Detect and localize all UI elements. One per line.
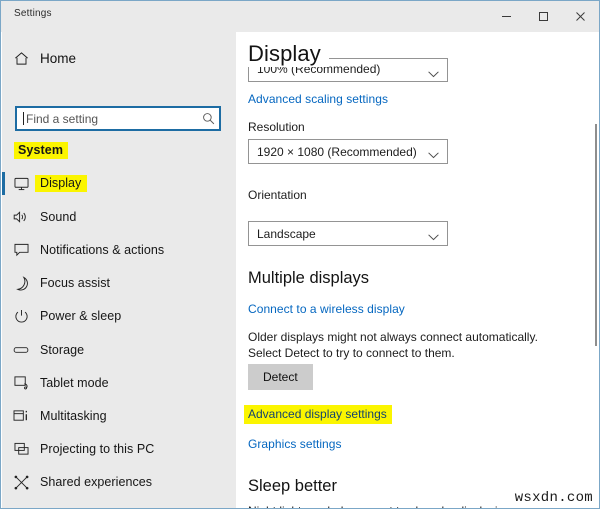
search-icon[interactable]	[197, 112, 219, 125]
close-button[interactable]	[562, 1, 599, 32]
multitasking-icon	[2, 409, 40, 423]
tablet-icon	[2, 375, 40, 390]
caption-button-group	[488, 1, 599, 32]
speaker-icon	[2, 210, 40, 224]
resolution-dropdown[interactable]: 1920 × 1080 (Recommended)	[248, 139, 448, 164]
orientation-label: Orientation	[248, 188, 307, 202]
sleep-better-heading: Sleep better	[248, 477, 337, 495]
sidebar-item-focus-assist[interactable]: Focus assist	[2, 267, 236, 300]
sidebar-item-display[interactable]: Display	[2, 167, 236, 200]
maximize-icon	[539, 12, 548, 21]
vertical-scrollbar[interactable]	[593, 32, 599, 508]
sidebar-item-tablet-mode[interactable]: Tablet mode	[2, 366, 236, 399]
chevron-down-icon	[428, 146, 439, 164]
watermark: wsxdn.com	[514, 490, 593, 506]
chevron-down-icon	[428, 65, 439, 81]
multiple-displays-heading: Multiple displays	[248, 269, 370, 287]
sidebar-item-shared-experiences[interactable]: Shared experiences	[2, 466, 236, 499]
chevron-down-icon	[428, 228, 439, 246]
close-icon	[576, 12, 585, 21]
scrollbar-thumb[interactable]	[595, 124, 597, 346]
detect-description: Older displays might not always connect …	[248, 330, 538, 360]
search-input[interactable]: Find a setting	[15, 106, 221, 131]
power-icon	[2, 309, 40, 324]
advanced-display-settings-link[interactable]: Advanced display settings	[244, 405, 392, 424]
sidebar-item-label-tablet-mode: Tablet mode	[40, 375, 109, 390]
sidebar-item-label-multitasking: Multitasking	[40, 408, 107, 423]
sidebar-item-label-sound: Sound	[40, 209, 77, 224]
sidebar-item-label-shared-experiences: Shared experiences	[40, 475, 153, 490]
storage-icon	[2, 345, 40, 355]
sidebar-item-projecting[interactable]: Projecting to this PC	[2, 433, 236, 466]
notification-icon	[2, 243, 40, 257]
sidebar-item-power-sleep[interactable]: Power & sleep	[2, 300, 236, 333]
sidebar-item-label-storage: Storage	[40, 342, 85, 357]
sidebar-item-label-display: Display	[35, 175, 88, 193]
sidebar-item-label-focus-assist: Focus assist	[40, 276, 111, 291]
sidebar-item-sound[interactable]: Sound	[2, 200, 236, 233]
project-icon	[2, 442, 40, 456]
text-cursor	[23, 112, 24, 125]
maximize-button[interactable]	[525, 1, 562, 32]
sidebar-item-home[interactable]: Home	[2, 42, 236, 74]
resolution-dropdown-value: 1920 × 1080 (Recommended)	[257, 144, 417, 159]
sidebar-nav: Display Sound Notifications & actions Fo…	[2, 167, 236, 508]
sidebar-item-label-notifications: Notifications & actions	[40, 242, 165, 257]
sidebar-item-notifications[interactable]: Notifications & actions	[2, 233, 236, 266]
advanced-scaling-settings-link[interactable]: Advanced scaling settings	[248, 92, 388, 106]
sidebar-item-multitasking[interactable]: Multitasking	[2, 399, 236, 432]
home-icon	[2, 51, 40, 66]
search-placeholder: Find a setting	[26, 111, 99, 126]
sidebar-group-header: System	[14, 142, 69, 159]
settings-window: Settings Home Find a setting System Disp…	[0, 0, 600, 509]
moon-icon	[2, 275, 40, 291]
sidebar-item-label-power-sleep: Power & sleep	[40, 309, 122, 324]
sidebar-item-label-home: Home	[40, 50, 77, 66]
content-pane: Display 100% (Recommended) Advanced scal…	[236, 32, 599, 508]
selection-indicator	[2, 172, 5, 195]
sidebar-item-remote-desktop[interactable]: Remote Desktop	[2, 499, 236, 508]
orientation-dropdown-value: Landscape	[257, 226, 316, 241]
connect-wireless-display-link[interactable]: Connect to a wireless display	[248, 302, 405, 316]
minimize-button[interactable]	[488, 1, 525, 32]
orientation-dropdown[interactable]: Landscape	[248, 221, 448, 246]
detect-button[interactable]: Detect	[248, 364, 313, 390]
page-title: Display	[248, 41, 329, 67]
sidebar-item-storage[interactable]: Storage	[2, 333, 236, 366]
share-icon	[2, 475, 40, 490]
resolution-label: Resolution	[248, 120, 305, 134]
sidebar: Home Find a setting System Display Sound…	[2, 32, 236, 508]
title-bar: Settings	[1, 1, 599, 32]
settings-scroll-area: 100% (Recommended) Advanced scaling sett…	[236, 32, 599, 508]
minimize-icon	[502, 16, 511, 17]
window-caption: Settings	[14, 8, 52, 19]
graphics-settings-link[interactable]: Graphics settings	[248, 437, 342, 451]
sidebar-item-label-projecting: Projecting to this PC	[40, 442, 155, 457]
